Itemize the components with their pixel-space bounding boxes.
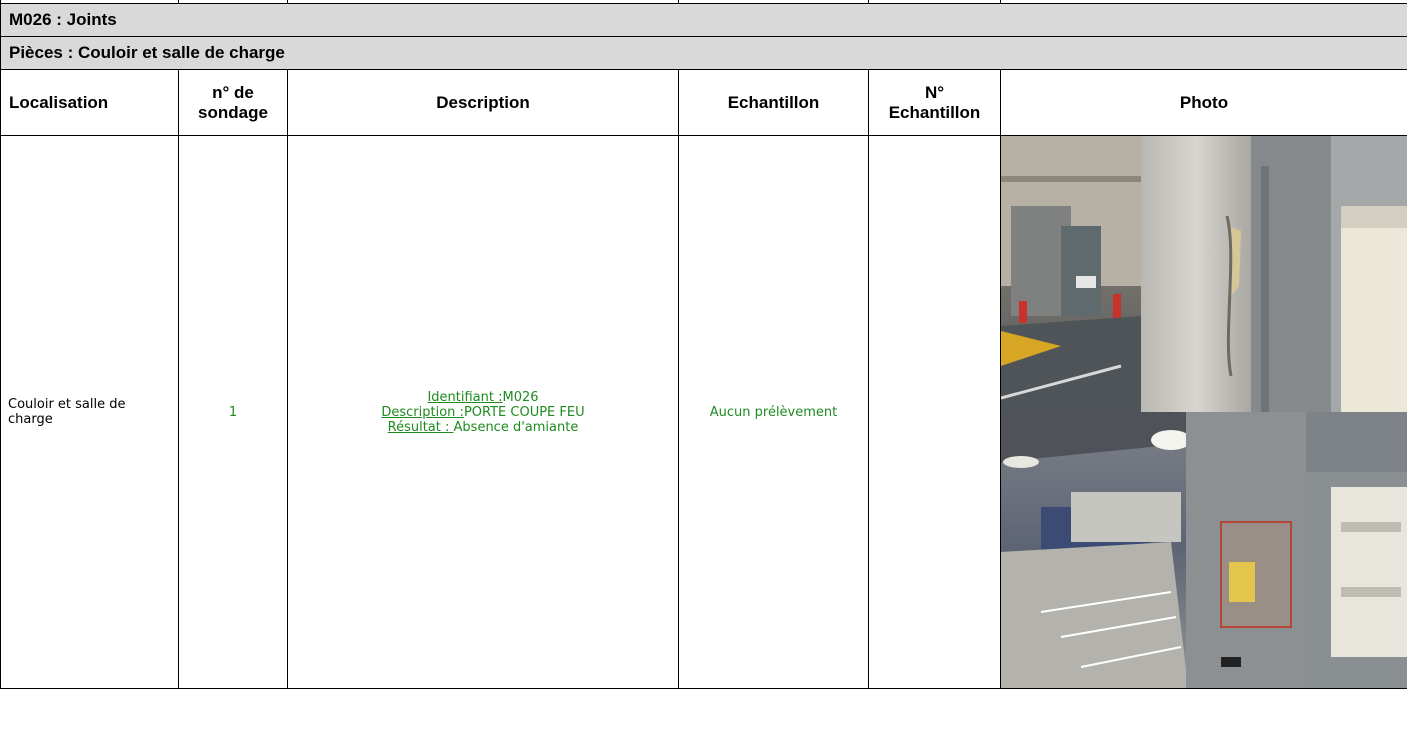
cell-localisation: Couloir et salle de charge [0, 135, 179, 689]
rooms-title: Pièces : Couloir et salle de charge [0, 36, 1407, 70]
description-label: Description : [381, 404, 464, 420]
header-sondage-line1: n° de [212, 82, 254, 102]
cell-description: Identifiant :M026 Description :PORTE COU… [287, 135, 679, 689]
header-description: Description [287, 69, 679, 136]
identifiant-label: Identifiant : [427, 389, 503, 405]
cell-echantillon: Aucun prélèvement [678, 135, 869, 689]
header-localisation: Localisation [0, 69, 179, 136]
photo-corridor-view [1001, 412, 1407, 688]
results-table: M026 : Joints Pièces : Couloir et salle … [0, 0, 1407, 689]
header-photo: Photo [1000, 69, 1407, 136]
cell-sondage: 1 [178, 135, 288, 689]
identifiant-line: Identifiant :M026 [288, 390, 678, 405]
description-line: Description :PORTE COUPE FEU [288, 405, 678, 420]
cell-photo [1000, 135, 1407, 689]
cell-no-echantillon [868, 135, 1001, 689]
resultat-line: Résultat : Absence d'amiante [288, 420, 678, 435]
resultat-value: Absence d'amiante [453, 419, 579, 435]
header-no-echantillon: N° Echantillon [868, 69, 1001, 136]
header-no-echantillon-line2: Echantillon [888, 102, 981, 122]
section-banner: M026 : Joints [0, 3, 1407, 37]
table-row: Couloir et salle de charge 1 Identifiant… [0, 135, 1407, 689]
header-row: Localisation n° de sondage Description E… [0, 69, 1407, 136]
section-title: M026 : Joints [0, 3, 1407, 37]
photo-fire-door-detail [1001, 136, 1407, 412]
identifiant-value: M026 [502, 389, 539, 405]
header-sondage: n° de sondage [178, 69, 288, 136]
header-echantillon: Echantillon [678, 69, 869, 136]
header-sondage-line2: sondage [198, 102, 268, 122]
rooms-banner: Pièces : Couloir et salle de charge [0, 36, 1407, 70]
description-value: PORTE COUPE FEU [463, 404, 585, 420]
resultat-label: Résultat : [387, 419, 454, 435]
header-no-echantillon-line1: N° [924, 82, 945, 102]
